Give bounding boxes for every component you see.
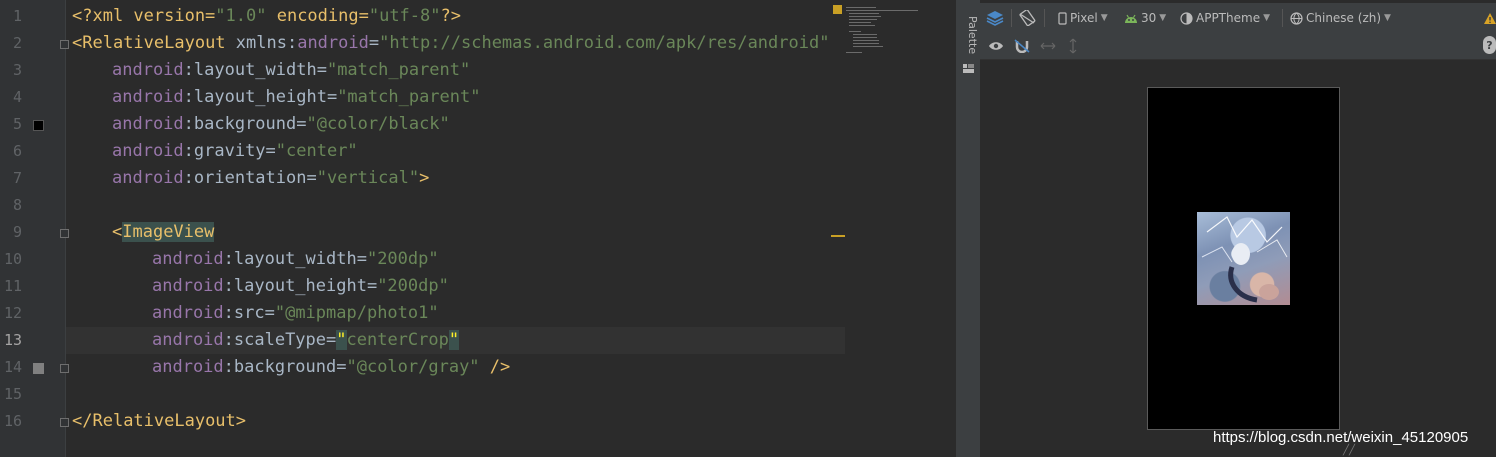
chevron-down-icon: ▼ <box>1263 13 1270 23</box>
chevron-down-icon: ▼ <box>1159 13 1167 23</box>
code-line-16[interactable]: </RelativeLayout> <box>72 408 246 435</box>
fold-marker-icon[interactable] <box>60 418 69 427</box>
device-label: Pixel <box>1070 11 1098 25</box>
inspection-warning-marker-icon[interactable] <box>833 5 842 14</box>
image-view-preview[interactable] <box>1197 212 1290 305</box>
locale-dropdown[interactable]: Chinese (zh) ▼ <box>1290 9 1391 27</box>
code-line-12[interactable]: android:src="@mipmap/photo1" <box>152 300 439 327</box>
photo-illustration <box>1201 216 1288 303</box>
code-line-14[interactable]: android:background="@color/gray" /> <box>152 354 510 381</box>
palette-tab[interactable]: Palette <box>959 16 979 54</box>
line-number: 5 <box>12 115 22 133</box>
design-secondary-toolbar: ? <box>980 31 1496 60</box>
line-number: 7 <box>12 169 22 187</box>
device-dropdown[interactable]: Pixel ▼ <box>1058 9 1108 27</box>
line-number: 6 <box>12 142 22 160</box>
line-number: 15 <box>3 385 22 403</box>
theme-label: APPTheme <box>1196 11 1261 25</box>
code-line-10[interactable]: android:layout_width="200dp" <box>152 246 439 273</box>
help-icon[interactable]: ? <box>1483 36 1496 54</box>
api-level-label: 30 <box>1141 11 1157 25</box>
fold-marker-icon[interactable] <box>60 40 69 49</box>
globe-icon <box>1290 11 1303 25</box>
phone-icon <box>1058 11 1067 25</box>
color-swatch-gray-icon[interactable] <box>33 363 44 374</box>
code-line-6[interactable]: android:gravity="center" <box>112 138 358 165</box>
code-line-3[interactable]: android:layout_width="match_parent" <box>112 57 470 84</box>
line-number: 16 <box>3 412 22 430</box>
occurrence-marker-icon[interactable] <box>831 235 845 237</box>
fold-marker-icon[interactable] <box>60 229 69 238</box>
fold-marker-icon[interactable] <box>60 364 69 373</box>
watermark-url: https://blog.csdn.net/weixin_45120905 <box>1213 429 1469 446</box>
vertical-arrows-icon[interactable] <box>1068 37 1078 55</box>
line-number: 12 <box>3 304 22 322</box>
locale-label: Chinese (zh) <box>1306 11 1382 25</box>
code-line-7[interactable]: android:orientation="vertical"> <box>112 165 429 192</box>
layers-icon[interactable] <box>986 9 1004 27</box>
code-line-4[interactable]: android:layout_height="match_parent" <box>112 84 480 111</box>
line-number: 1 <box>12 7 22 25</box>
theme-icon <box>1180 11 1193 25</box>
palette-icon[interactable] <box>963 58 974 73</box>
horizontal-arrows-icon[interactable] <box>1040 37 1056 55</box>
color-swatch-black-icon[interactable] <box>33 120 44 131</box>
line-number: 11 <box>3 277 22 295</box>
line-number-current: 13 <box>3 331 22 349</box>
code-line-1[interactable]: <?xml version="1.0" encoding="utf-8"?> <box>72 3 461 30</box>
eye-icon[interactable] <box>988 37 1004 55</box>
chevron-down-icon: ▼ <box>1384 13 1391 23</box>
android-icon <box>1125 14 1137 23</box>
line-number: 10 <box>3 250 22 268</box>
code-minimap[interactable] <box>846 5 926 55</box>
line-number: 4 <box>12 88 22 106</box>
line-number: 8 <box>12 196 22 214</box>
line-number: 9 <box>12 223 22 241</box>
editor-gutter: 1 2 3 4 5 6 7 8 9 10 11 12 13 14 15 16 <box>0 0 69 457</box>
warning-icon[interactable] <box>1483 9 1496 27</box>
code-line-5[interactable]: android:background="@color/black" <box>112 111 450 138</box>
code-line-11[interactable]: android:layout_height="200dp" <box>152 273 449 300</box>
chevron-down-icon: ▼ <box>1100 13 1108 23</box>
code-line-13[interactable]: android:scaleType="centerCrop" <box>152 327 460 354</box>
theme-dropdown[interactable]: APPTheme ▼ <box>1180 9 1270 27</box>
design-toolbar: Pixel ▼ 30 ▼ APPTheme ▼ Chinese (zh) ▼ <box>980 3 1496 33</box>
line-number: 3 <box>12 61 22 79</box>
orientation-icon[interactable] <box>1018 9 1036 27</box>
resize-grip-icon[interactable]: ╱╱ <box>1343 445 1355 456</box>
code-line-9[interactable]: <ImageView <box>112 219 215 246</box>
code-line-2[interactable]: <RelativeLayout xmlns:android="http://sc… <box>72 30 829 57</box>
api-level-dropdown[interactable]: 30 ▼ <box>1124 9 1166 27</box>
magnet-icon[interactable] <box>1014 37 1030 55</box>
line-number: 2 <box>12 34 22 52</box>
line-number: 14 <box>3 358 22 376</box>
palette-tool-strip: Palette <box>955 0 980 457</box>
